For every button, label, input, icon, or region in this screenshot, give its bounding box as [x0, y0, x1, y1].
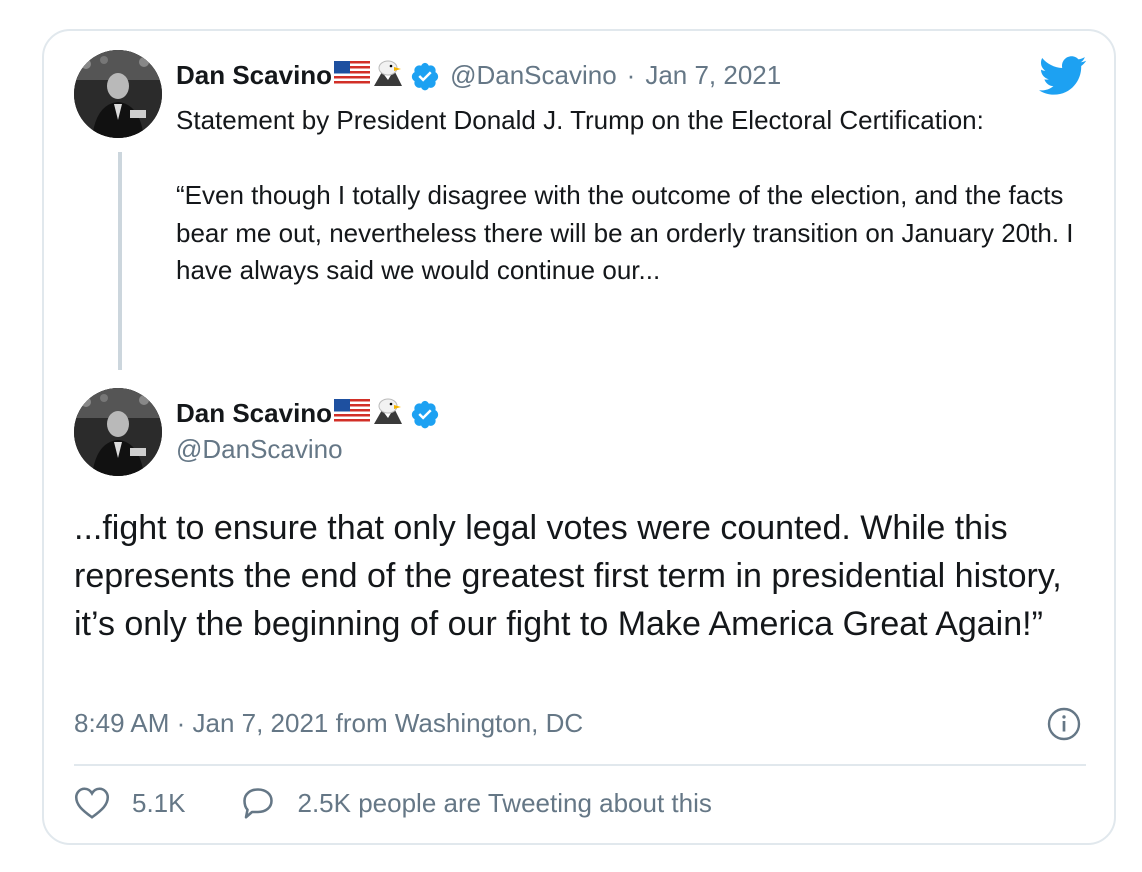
- eagle-emoji: [372, 396, 404, 431]
- tweet-timestamp[interactable]: 8:49 AM · Jan 7, 2021 from Washington, D…: [74, 708, 583, 739]
- tweet-date-link[interactable]: Jan 7, 2021: [645, 60, 781, 91]
- verified-badge-icon: [411, 400, 439, 428]
- heart-icon: [74, 787, 110, 819]
- info-icon[interactable]: [1046, 706, 1082, 742]
- eagle-emoji: [372, 58, 404, 93]
- us-flag-emoji: [334, 61, 371, 90]
- tweet-actions: 5.1K 2.5K people are Tweeting about this: [74, 786, 712, 820]
- avatar[interactable]: [74, 388, 162, 476]
- like-button[interactable]: 5.1K: [74, 786, 186, 820]
- handle-row: @DanScavino: [176, 434, 343, 465]
- avatar[interactable]: [74, 50, 162, 138]
- conversation-text: 2.5K people are Tweeting about this: [297, 787, 712, 818]
- thread-line: [118, 152, 122, 370]
- verified-badge-icon: [411, 62, 439, 90]
- divider: [74, 764, 1086, 766]
- display-name[interactable]: Dan Scavino: [176, 398, 332, 429]
- handle[interactable]: @DanScavino: [176, 434, 343, 465]
- tweet-text: ...fight to ensure that only legal votes…: [74, 509, 1072, 643]
- quoted-tweet-text: Statement by President Donald J. Trump o…: [176, 105, 1074, 285]
- handle[interactable]: @DanScavino: [450, 60, 617, 91]
- like-count: 5.1K: [132, 787, 186, 818]
- us-flag-emoji: [334, 399, 371, 428]
- separator-dot: ·: [626, 60, 636, 90]
- speech-bubble-icon: [242, 788, 273, 819]
- tweet-header: Dan Scavino: [176, 396, 440, 431]
- conversation-link[interactable]: 2.5K people are Tweeting about this: [240, 786, 712, 820]
- twitter-bird-icon[interactable]: [1038, 56, 1088, 96]
- quoted-tweet-header: Dan Scavino @DanScavino · Jan 7, 2021: [176, 58, 781, 93]
- avatar-photo: [74, 50, 162, 138]
- display-name[interactable]: Dan Scavino: [176, 60, 332, 91]
- avatar-photo: [74, 388, 162, 476]
